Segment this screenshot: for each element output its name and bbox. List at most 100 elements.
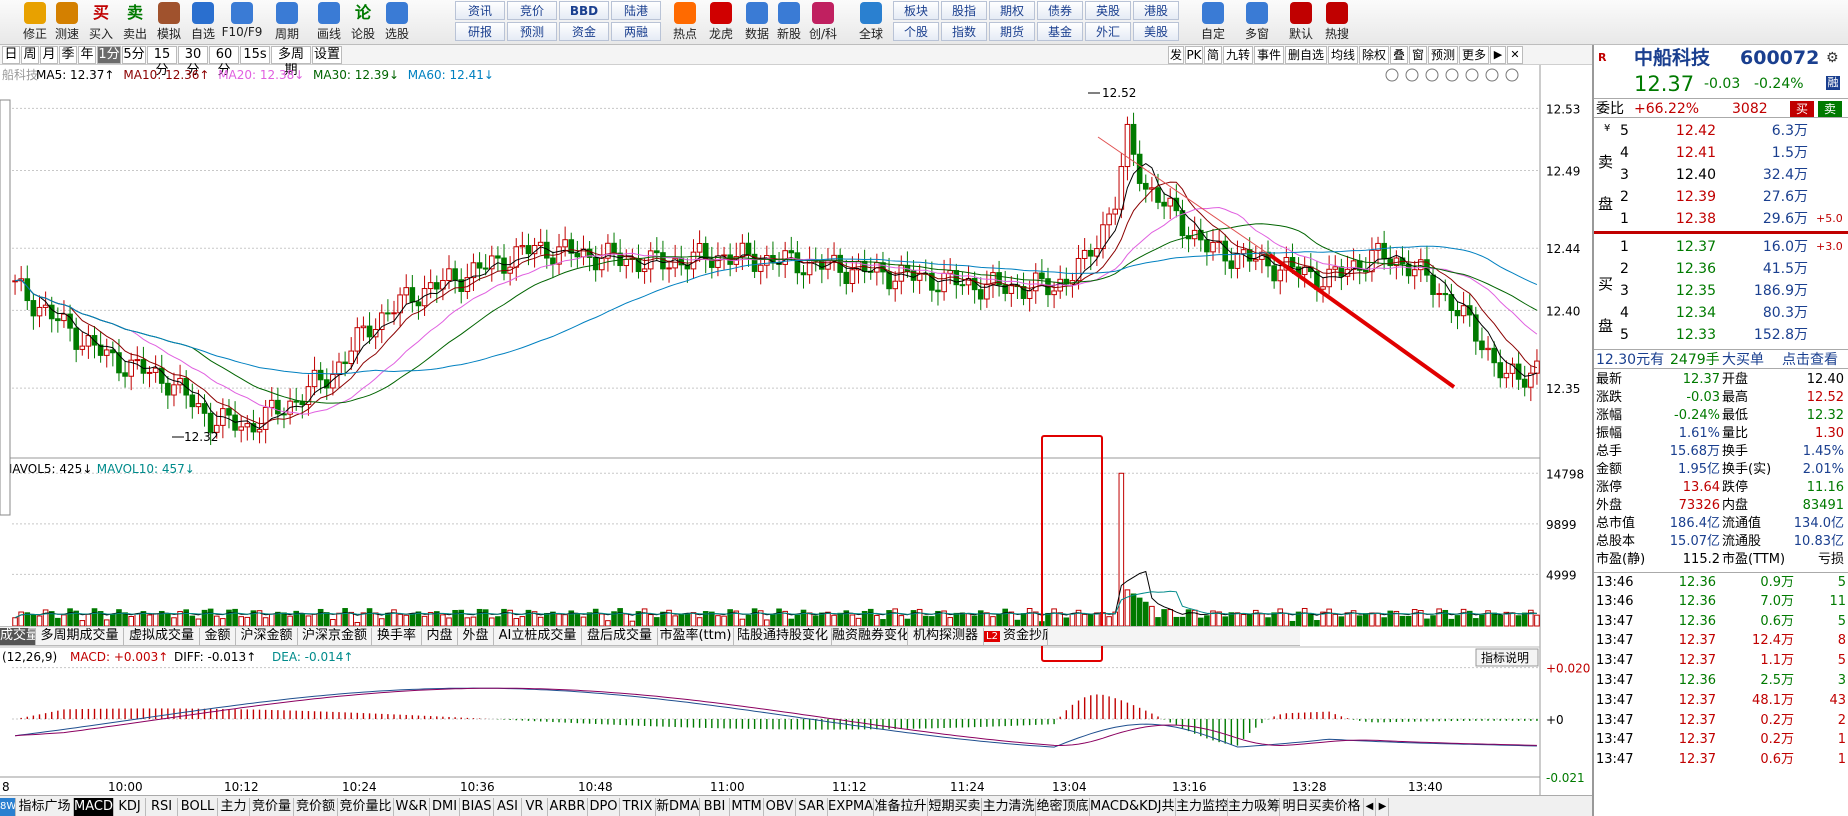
toolbar-star-market-button[interactable]: 创/科 [806, 2, 840, 42]
indicator-tab-主力[interactable]: 主力 [218, 798, 250, 816]
chart-option-PK[interactable]: PK [1185, 46, 1203, 64]
toolbar-up-arrow-button[interactable]: 修正 [18, 2, 52, 42]
period-季[interactable]: 季 [59, 46, 77, 64]
indicator-tab-RSI[interactable]: RSI [146, 798, 178, 816]
volume-tab-融资融券变化[interactable]: 融资融券变化 [832, 628, 908, 645]
arrow-right-icon[interactable]: ▶ [1490, 46, 1506, 64]
volume-tab-外盘[interactable]: 外盘 [458, 628, 494, 645]
indicator-tab-主力监控[interactable]: 主力监控 [1176, 798, 1228, 816]
indicator-tab-DMI[interactable]: DMI [430, 798, 460, 816]
indicator-tab-新DMA[interactable]: 新DMA [656, 798, 700, 816]
indicator-tab-EXPMA[interactable]: EXPMA [828, 798, 874, 816]
period-周[interactable]: 周 [21, 46, 39, 64]
toolbar-grid-债券[interactable]: 债券 [1037, 1, 1083, 20]
toolbar-home-button[interactable]: 默认 [1284, 2, 1318, 42]
tab-scroll-left-icon[interactable]: ◀ [1364, 798, 1376, 816]
chart-option-叠[interactable]: 叠 [1390, 46, 1408, 64]
volume-tab-市盈率(ttm)[interactable]: 市盈率(ttm) [658, 628, 734, 645]
toolbar-forum-button[interactable]: 论论股 [346, 2, 380, 42]
indicator-tab-竞价额[interactable]: 竞价额 [294, 798, 338, 816]
volume-tab-成交量[interactable]: 成交量 [0, 628, 36, 645]
toolbar-clock-button[interactable]: 周期 [270, 2, 304, 42]
indicator-tab-8W[interactable]: 8W [0, 798, 16, 816]
indicator-tab-绝密顶底[interactable]: 绝密顶底 [1036, 798, 1090, 816]
indicator-tab-W&R[interactable]: W&R [394, 798, 430, 816]
toolbar-pen-button[interactable]: 画线 [312, 2, 346, 42]
indicator-tab-明日买卖价格[interactable]: 明日买卖价格 [1280, 798, 1364, 816]
toolbar-grid-英股[interactable]: 英股 [1085, 1, 1131, 20]
ask-row[interactable]: 1 12.38 29.6万 +5.0 [1594, 209, 1848, 229]
volume-tab-盘后成交量[interactable]: 盘后成交量 [582, 628, 658, 645]
indicator-tab-BBI[interactable]: BBI [700, 798, 730, 816]
indicator-tab-指标广场[interactable]: 指标广场 [16, 798, 74, 816]
toolbar-grid-期权[interactable]: 期权 [989, 1, 1035, 20]
toolbar-grid-期货[interactable]: 期货 [989, 22, 1035, 41]
period-5分[interactable]: 5分 [122, 46, 146, 64]
volume-tab-金额[interactable]: 金额 [200, 628, 236, 645]
volume-tab-多周期成交量[interactable]: 多周期成交量 [36, 628, 124, 645]
indicator-tab-MACD&KDJ共振[interactable]: MACD&KDJ共振 [1090, 798, 1176, 816]
period-日[interactable]: 日 [2, 46, 20, 64]
indicator-tab-ARBR[interactable]: ARBR [548, 798, 588, 816]
toolbar-star-button[interactable]: 自选 [186, 2, 220, 42]
indicator-tab-VR[interactable]: VR [522, 798, 548, 816]
toolbar-hot-button[interactable]: 热点 [668, 2, 702, 42]
indicator-tab-KDJ[interactable]: KDJ [114, 798, 146, 816]
indicator-tab-竞价量[interactable]: 竞价量 [250, 798, 294, 816]
indicator-tab-主力吸筹[interactable]: 主力吸筹 [1228, 798, 1280, 816]
indicator-tab-MACD[interactable]: MACD [74, 798, 114, 816]
bid-row[interactable]: 4 12.34 80.3万 [1594, 303, 1848, 323]
toolbar-grid-指数[interactable]: 指数 [941, 22, 987, 41]
toolbar-grid-股指[interactable]: 股指 [941, 1, 987, 20]
chart-option-事件[interactable]: 事件 [1254, 46, 1284, 64]
toolbar-grid-个股[interactable]: 个股 [893, 22, 939, 41]
toolbar-grid-BBD[interactable]: BBD [559, 1, 609, 20]
toolbar-grid-港股[interactable]: 港股 [1133, 1, 1179, 20]
toolbar-custom-button[interactable]: 自定 [1196, 2, 1230, 42]
plus-circle-icon[interactable] [1485, 68, 1499, 82]
indicator-tab-短期买卖[interactable]: 短期买卖 [928, 798, 982, 816]
volume-tab-沪深京金额[interactable]: 沪深京金额 [298, 628, 372, 645]
period-30分[interactable]: 30分 [178, 46, 208, 78]
chart-option-删自选[interactable]: 删自选 [1285, 46, 1327, 64]
toolbar-multiwindow-button[interactable]: 多窗 [1240, 2, 1274, 42]
minus-circle-icon[interactable] [1505, 68, 1519, 82]
chart-option-预测[interactable]: 预测 [1428, 46, 1458, 64]
close-icon[interactable]: ✕ [1507, 46, 1523, 64]
indicator-tab-准备拉升[interactable]: 准备拉升 [874, 798, 928, 816]
reset-icon[interactable] [1385, 68, 1399, 82]
toolbar-grid-资讯[interactable]: 资讯 [455, 1, 505, 20]
chart-option-窗[interactable]: 窗 [1409, 46, 1427, 64]
indicator-tab-主力清洗[interactable]: 主力清洗 [982, 798, 1036, 816]
chart-area[interactable]: 12.53 12.49 12.44 12.40 12.35 船科技MA5: 12.37↑ M… [0, 65, 1592, 795]
indicator-tab-MTM[interactable]: MTM [730, 798, 764, 816]
period-月[interactable]: 月 [40, 46, 58, 64]
volume-tab-机构探测器[interactable]: 机构探测器 [908, 628, 984, 645]
sell-button[interactable]: 卖 [1818, 101, 1842, 117]
ask-row[interactable]: 5 12.42 6.3万 [1594, 121, 1848, 141]
indicator-tab-竞价量比[interactable]: 竞价量比 [338, 798, 394, 816]
volume-tab-陆股通持股变化[interactable]: 陆股通持股变化 [734, 628, 832, 645]
volume-tab-AI立桩成交量[interactable]: AI立桩成交量 [494, 628, 582, 645]
chart-option-除权[interactable]: 除权 [1359, 46, 1389, 64]
tab-scroll-right-icon[interactable]: ▶ [1377, 798, 1389, 816]
big-order-line[interactable]: 12.30元有 2479手 大买单 点击查看 [1594, 349, 1848, 369]
indicator-tab-TRIX[interactable]: TRIX [620, 798, 656, 816]
toolbar-hammer-button[interactable]: 模拟 [152, 2, 186, 42]
toolbar-grid-研报[interactable]: 研报 [455, 22, 505, 41]
toolbar-newstock-button[interactable]: 新股 [772, 2, 806, 42]
indicator-tab-SAR[interactable]: SAR [796, 798, 828, 816]
indicator-tab-BOLL[interactable]: BOLL [178, 798, 218, 816]
toolbar-hotsearch-button[interactable]: 热搜 [1320, 2, 1354, 42]
big-order-link[interactable]: 点击查看 [1782, 350, 1838, 370]
hand-icon[interactable] [1425, 68, 1439, 82]
bid-row[interactable]: 5 12.33 152.8万 [1594, 325, 1848, 345]
period-多周期[interactable]: 多周期 [271, 46, 311, 78]
toolbar-grid-资金[interactable]: 资金 [559, 22, 609, 41]
indicator-tab-ASI[interactable]: ASI [494, 798, 522, 816]
period-年[interactable]: 年 [78, 46, 96, 64]
toolbar-grid-两融[interactable]: 两融 [611, 22, 661, 41]
volume-tab-沪深金额[interactable]: 沪深金额 [236, 628, 298, 645]
ask-row[interactable]: 3 12.40 32.4万 [1594, 165, 1848, 185]
volume-tab-换手率[interactable]: 换手率 [372, 628, 422, 645]
